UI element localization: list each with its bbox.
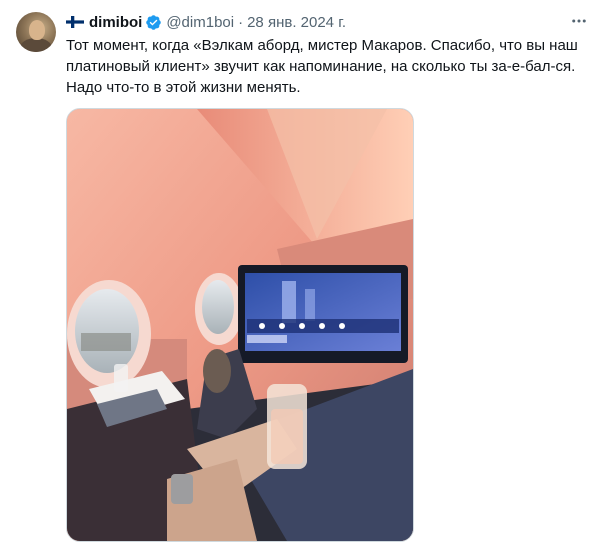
tweet-text: Тот момент, когда «Вэлкам аборд, мистер … [66,37,578,96]
display-name[interactable]: dimiboi [89,14,142,31]
finland-flag-icon [66,16,84,28]
user-handle[interactable]: @dim1boi [166,14,234,31]
tweet-date[interactable]: 28 янв. 2024 г. [247,14,346,31]
separator-dot: · [238,13,244,31]
avatar-shirt [20,38,52,52]
tweet-photo[interactable] [66,108,414,542]
more-options-button[interactable] [568,10,590,32]
airplane-cabin-photo [67,109,413,541]
avatar-face [29,20,45,40]
verified-badge-icon [146,14,162,30]
more-dots-icon [572,19,586,23]
avatar[interactable] [16,12,56,52]
tweet-header: dimiboi @dim1boi · 28 янв. 2024 г. [66,12,592,32]
